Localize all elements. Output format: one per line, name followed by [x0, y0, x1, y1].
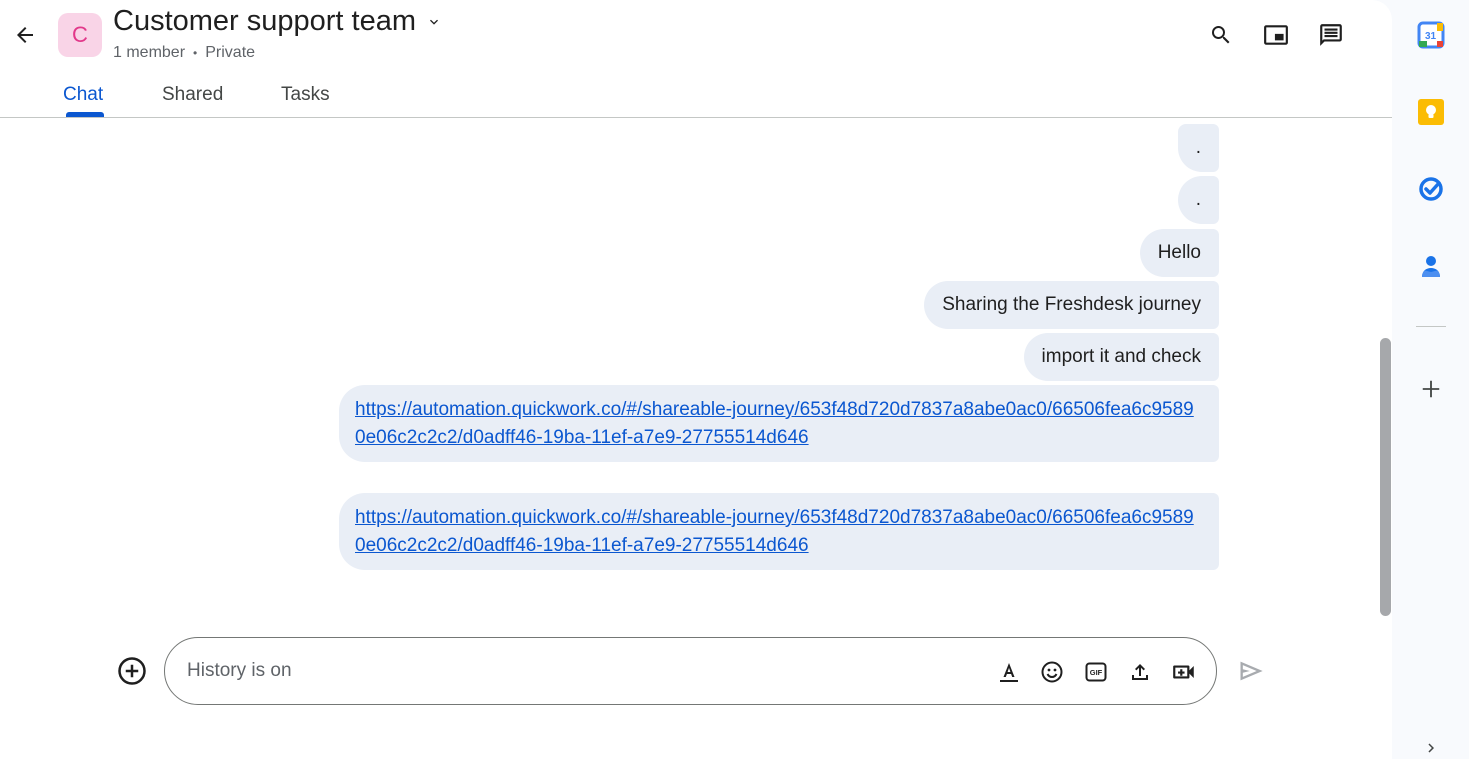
- emoji-icon: [1041, 661, 1063, 683]
- threads-button[interactable]: [1316, 20, 1346, 50]
- subtitle-separator: •: [193, 46, 198, 60]
- picture-in-picture-icon: [1264, 25, 1288, 45]
- video-meeting-button[interactable]: [1170, 658, 1198, 686]
- tabs-divider: [0, 117, 1392, 118]
- chevron-right-icon: [1428, 743, 1434, 753]
- rail-divider: [1416, 326, 1446, 327]
- search-button[interactable]: [1206, 20, 1236, 50]
- upload-icon: [1132, 664, 1148, 680]
- message-bubble[interactable]: import it and check: [1023, 333, 1219, 381]
- message-link[interactable]: https://automation.quickwork.co/#/sharea…: [355, 399, 1194, 448]
- message-bubble[interactable]: .: [1177, 124, 1219, 172]
- keep-icon: [1418, 99, 1444, 125]
- tasks-icon: [1419, 177, 1443, 201]
- message-link[interactable]: https://automation.quickwork.co/#/sharea…: [355, 507, 1194, 556]
- gif-label: GIF: [1090, 668, 1103, 677]
- tab-tasks[interactable]: Tasks: [281, 84, 330, 106]
- visibility-label: Private: [205, 44, 256, 61]
- format-text-button[interactable]: [995, 658, 1023, 686]
- plus-icon: [1422, 380, 1440, 398]
- message-input[interactable]: [187, 658, 887, 684]
- chat-panel: C Customer support team 1 member • Priva…: [0, 0, 1392, 759]
- open-in-popup-button[interactable]: [1261, 20, 1291, 50]
- member-count: 1 member: [113, 44, 186, 61]
- get-addons-button[interactable]: [1416, 374, 1446, 404]
- back-button[interactable]: [10, 20, 40, 50]
- space-avatar: C: [58, 13, 102, 57]
- message-text: import it and check: [1041, 346, 1201, 367]
- calendar-app-button[interactable]: 31: [1416, 20, 1446, 50]
- contacts-icon: [1422, 256, 1440, 277]
- space-title[interactable]: Customer support team: [113, 5, 442, 38]
- space-subtitle: 1 member • Private: [113, 44, 255, 62]
- upload-button[interactable]: [1126, 658, 1154, 686]
- space-title-text: Customer support team: [113, 5, 417, 37]
- add-circle-icon: [118, 657, 146, 685]
- gif-icon: GIF: [1085, 662, 1107, 682]
- expand-rail-button[interactable]: [1416, 733, 1446, 759]
- search-icon: [1212, 26, 1230, 44]
- tab-chat[interactable]: Chat: [63, 84, 103, 106]
- back-arrow-icon: [17, 27, 33, 43]
- message-bubble: https://automation.quickwork.co/#/sharea…: [339, 493, 1219, 570]
- message-text: Sharing the Freshdesk journey: [942, 294, 1201, 315]
- tasks-app-button[interactable]: [1416, 174, 1446, 204]
- message-text: .: [1195, 137, 1201, 158]
- avatar-letter: C: [72, 22, 88, 47]
- message-bubble[interactable]: .: [1177, 176, 1219, 224]
- emoji-button[interactable]: [1038, 658, 1066, 686]
- gif-button[interactable]: GIF: [1082, 658, 1110, 686]
- format-text-icon: [1000, 663, 1018, 682]
- message-text: .: [1195, 189, 1201, 210]
- message-text: Hello: [1157, 242, 1201, 263]
- threads-icon: [1320, 24, 1342, 46]
- message-bubble[interactable]: Sharing the Freshdesk journey: [924, 281, 1219, 329]
- add-attachment-button[interactable]: [117, 656, 147, 686]
- send-icon: [1240, 661, 1263, 681]
- tab-shared[interactable]: Shared: [162, 84, 223, 106]
- send-button[interactable]: [1236, 656, 1266, 686]
- message-bubble[interactable]: Hello: [1139, 229, 1219, 277]
- calendar-icon: 31: [1417, 21, 1445, 49]
- compose-box: GIF: [164, 637, 1217, 705]
- calendar-day: 31: [1425, 31, 1437, 42]
- scrollbar-thumb[interactable]: [1380, 338, 1391, 616]
- video-meeting-icon: [1173, 665, 1194, 679]
- chevron-down-icon: [430, 19, 439, 25]
- message-bubble: https://automation.quickwork.co/#/sharea…: [339, 385, 1219, 462]
- contacts-app-button[interactable]: [1416, 251, 1446, 281]
- keep-app-button[interactable]: [1416, 97, 1446, 127]
